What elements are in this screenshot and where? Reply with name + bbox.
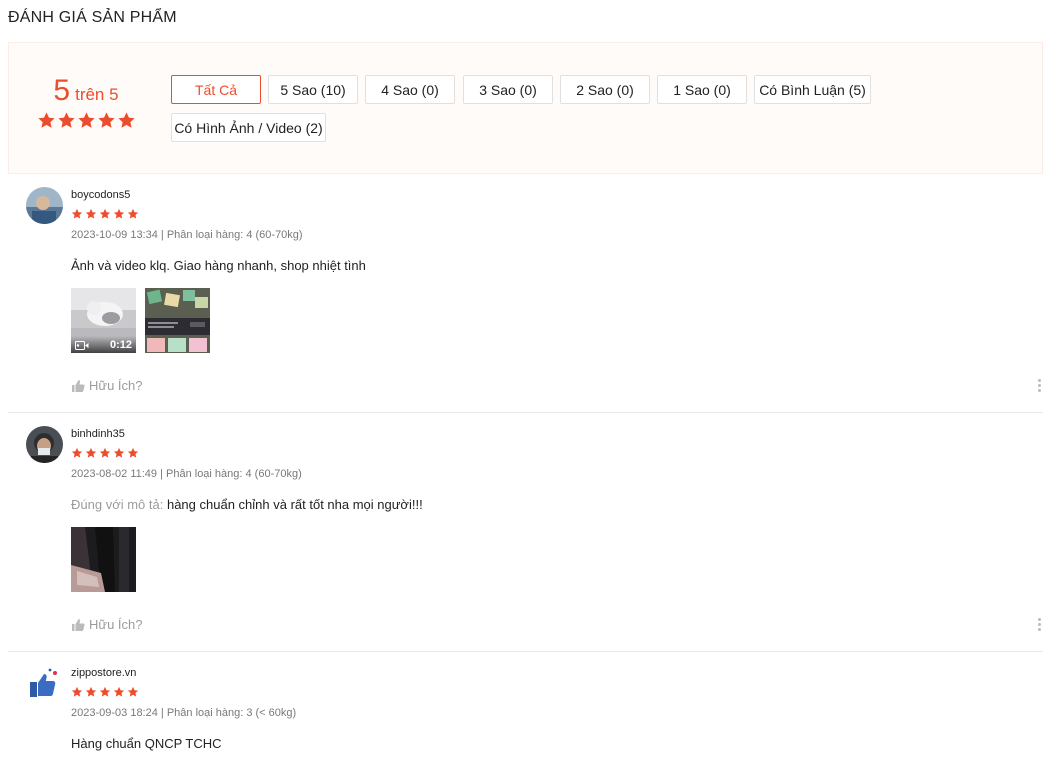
star-icon bbox=[85, 686, 97, 698]
review-item: binhdinh35 2023-08-02 11:49 | Phân loại … bbox=[8, 413, 1043, 652]
review-media bbox=[71, 527, 136, 592]
review-item: boycodons5 2023-10-09 13:34 | Phân loại … bbox=[8, 174, 1043, 413]
avatar[interactable] bbox=[26, 426, 63, 463]
star-icon bbox=[97, 111, 116, 130]
filter-2-star-button[interactable]: 2 Sao (0) bbox=[560, 75, 650, 104]
star-icon bbox=[113, 208, 125, 220]
review-media: 0:12 bbox=[71, 288, 210, 353]
star-icon bbox=[71, 686, 83, 698]
video-camera-icon bbox=[75, 341, 89, 350]
star-icon bbox=[99, 447, 111, 459]
thumbs-up-icon bbox=[71, 618, 85, 632]
helpful-label: Hữu Ích? bbox=[89, 617, 143, 632]
review-content: Đúng với mô tả: hàng chuẩn chỉnh và rất … bbox=[71, 497, 423, 512]
review-meta: 2023-10-09 13:34 | Phân loại hàng: 4 (60… bbox=[71, 229, 303, 241]
star-icon bbox=[117, 111, 136, 130]
star-icon bbox=[127, 447, 139, 459]
review-stars bbox=[71, 686, 141, 698]
reviewer-name[interactable]: binhdinh35 bbox=[71, 428, 125, 440]
helpful-button[interactable]: Hữu Ích? bbox=[71, 617, 143, 632]
rating-overview: 5 trên 5 Tất Cả 5 Sao (10) 4 Sao (0) 3 S… bbox=[8, 42, 1043, 174]
star-icon bbox=[57, 111, 76, 130]
section-title: ĐÁNH GIÁ SẢN PHẨM bbox=[8, 9, 177, 26]
star-icon bbox=[99, 208, 111, 220]
review-text: hàng chuẩn chỉnh và rất tốt nha mọi ngườ… bbox=[166, 497, 423, 512]
reviewer-name[interactable]: boycodons5 bbox=[71, 189, 130, 201]
more-options-icon[interactable] bbox=[1037, 379, 1043, 395]
star-icon bbox=[113, 447, 125, 459]
helpful-button[interactable]: Hữu Ích? bbox=[71, 378, 143, 393]
filter-5-star-button[interactable]: 5 Sao (10) bbox=[268, 75, 358, 104]
attribute-label: Đúng với mô tả: bbox=[71, 497, 164, 512]
filter-all-button[interactable]: Tất Cả bbox=[171, 75, 261, 104]
star-icon bbox=[71, 447, 83, 459]
more-options-icon[interactable] bbox=[1037, 618, 1043, 634]
star-icon bbox=[85, 208, 97, 220]
average-stars bbox=[31, 111, 141, 130]
video-duration: 0:12 bbox=[109, 339, 132, 351]
review-item: zippostore.vn 2023-09-03 18:24 | Phân lo… bbox=[8, 652, 1043, 770]
star-icon bbox=[99, 686, 111, 698]
star-icon bbox=[77, 111, 96, 130]
star-icon bbox=[85, 447, 97, 459]
review-stars bbox=[71, 447, 141, 459]
filter-3-star-button[interactable]: 3 Sao (0) bbox=[463, 75, 553, 104]
review-image-thumbnail[interactable] bbox=[145, 288, 210, 353]
thumbs-up-icon bbox=[71, 379, 85, 393]
reviewer-name[interactable]: zippostore.vn bbox=[71, 667, 136, 679]
star-icon bbox=[113, 686, 125, 698]
review-content: Ảnh và video klq. Giao hàng nhanh, shop … bbox=[71, 258, 366, 273]
avatar[interactable] bbox=[26, 187, 63, 224]
star-icon bbox=[37, 111, 56, 130]
filter-4-star-button[interactable]: 4 Sao (0) bbox=[365, 75, 455, 104]
helpful-label: Hữu Ích? bbox=[89, 378, 143, 393]
star-icon bbox=[127, 208, 139, 220]
score-suffix: trên 5 bbox=[75, 85, 119, 104]
rating-summary: 5 trên 5 bbox=[31, 73, 141, 130]
filter-with-media-button[interactable]: Có Hình Ảnh / Video (2) bbox=[171, 113, 326, 142]
filter-1-star-button[interactable]: 1 Sao (0) bbox=[657, 75, 747, 104]
star-icon bbox=[127, 686, 139, 698]
filter-with-comment-button[interactable]: Có Bình Luận (5) bbox=[754, 75, 871, 104]
review-stars bbox=[71, 208, 141, 220]
star-icon bbox=[71, 208, 83, 220]
review-meta: 2023-08-02 11:49 | Phân loại hàng: 4 (60… bbox=[71, 468, 302, 480]
review-meta: 2023-09-03 18:24 | Phân loại hàng: 3 (< … bbox=[71, 707, 297, 719]
review-image-thumbnail[interactable] bbox=[71, 527, 136, 592]
avatar[interactable] bbox=[26, 665, 63, 702]
average-score: 5 bbox=[53, 74, 71, 107]
review-content: Hàng chuẩn QNCP TCHC bbox=[71, 736, 222, 751]
review-video-thumbnail[interactable]: 0:12 bbox=[71, 288, 136, 353]
